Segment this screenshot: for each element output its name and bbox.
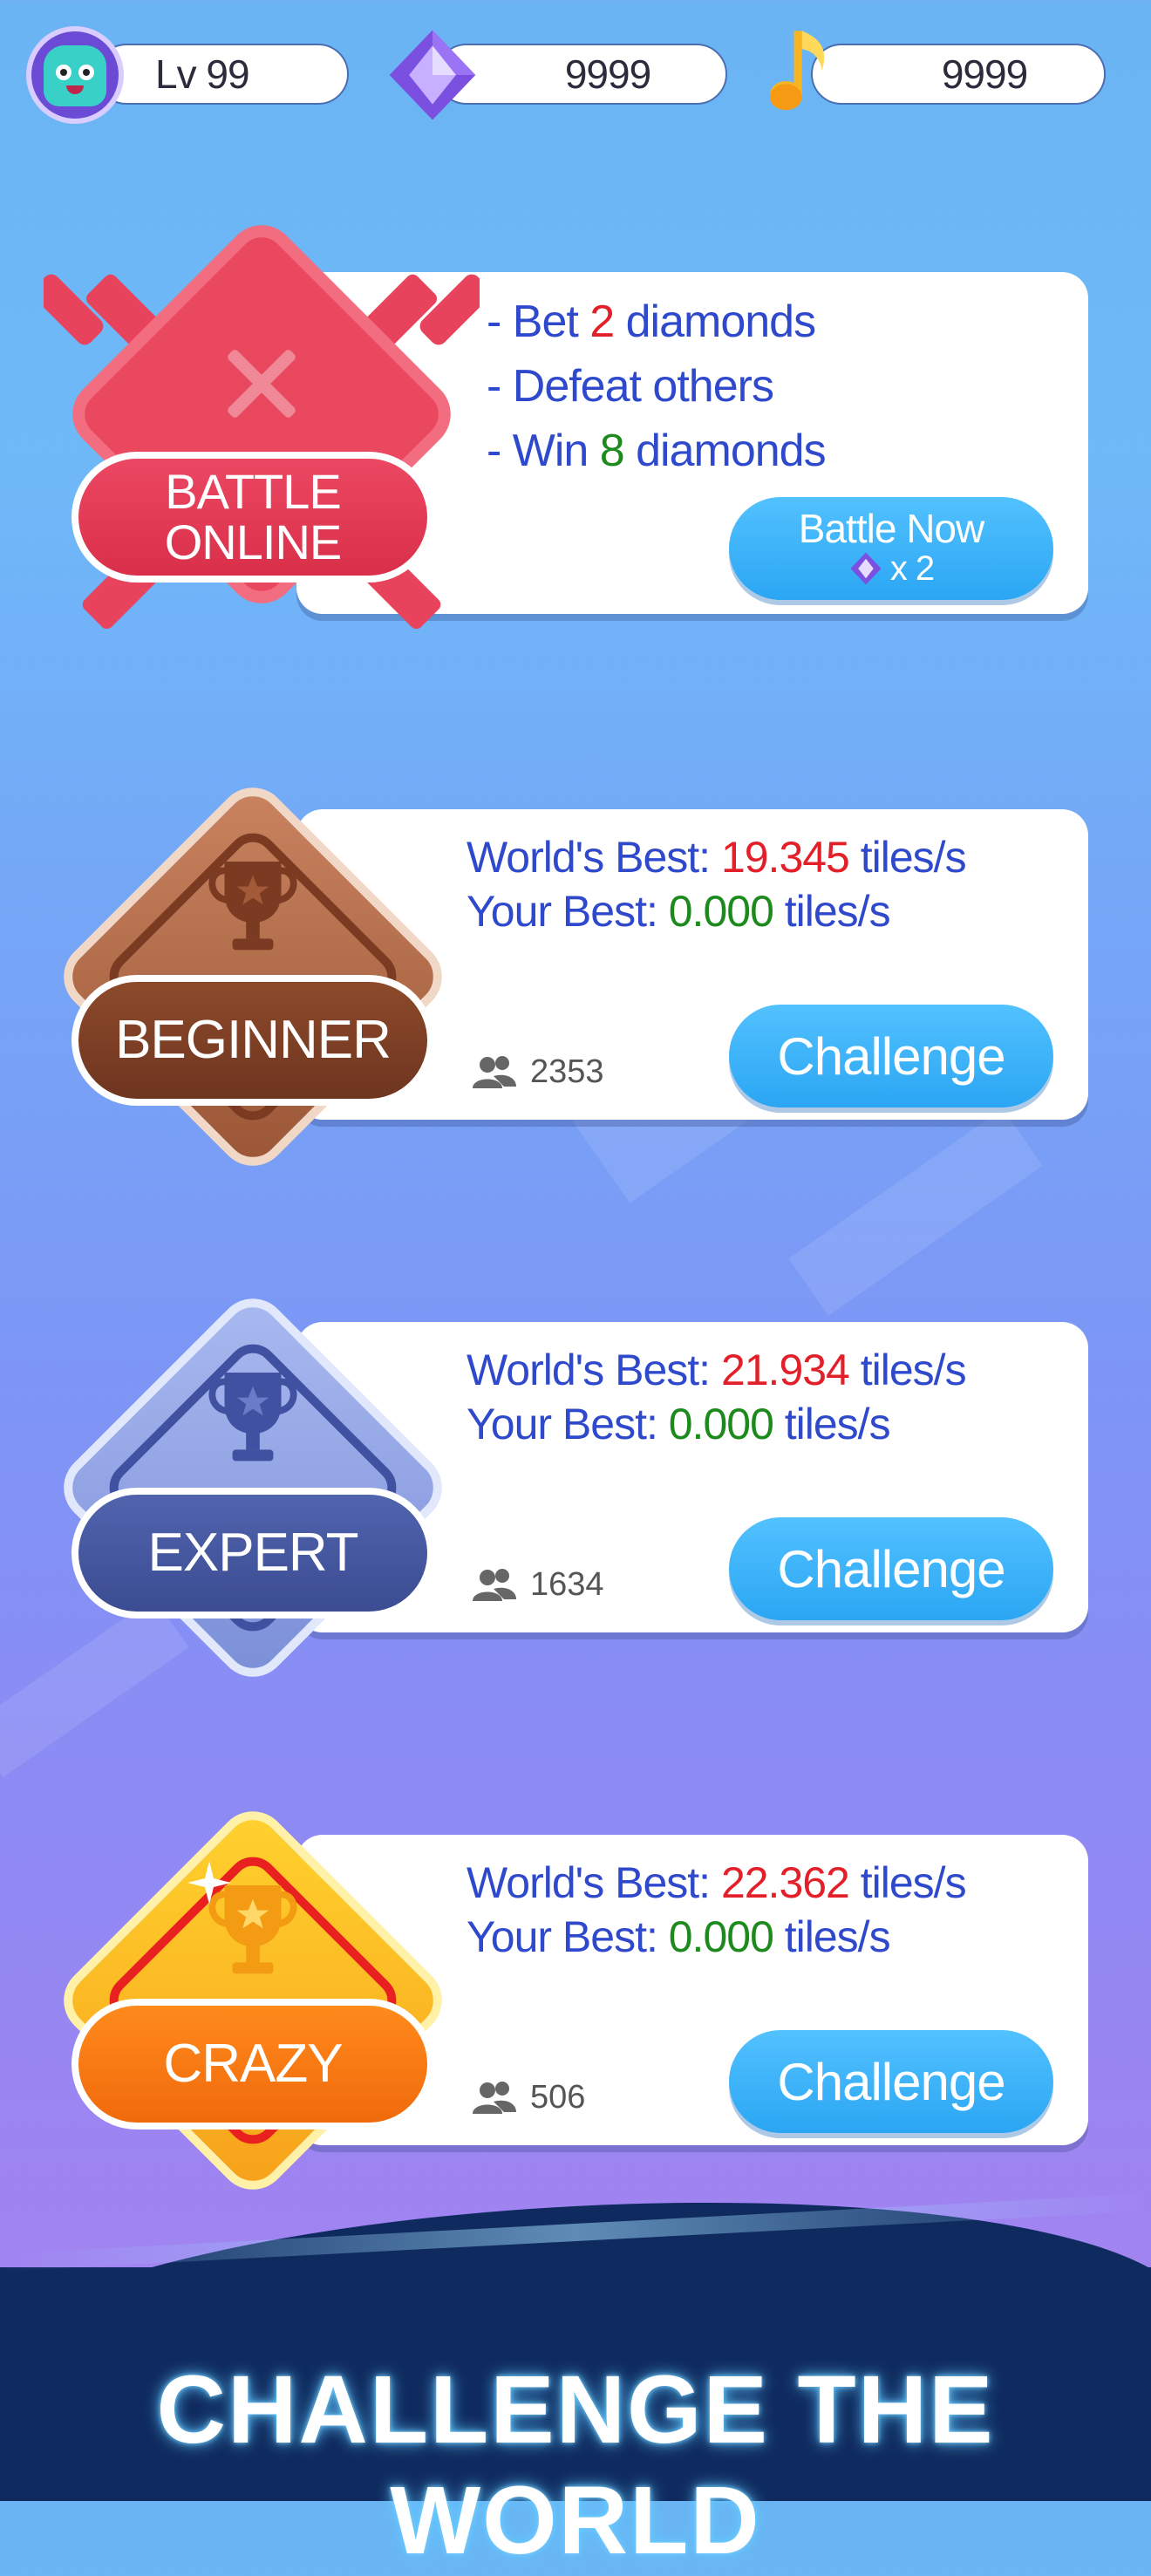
crossed-swords-icon (228, 350, 296, 418)
sparkle-icon (187, 1861, 231, 1905)
battle-now-button[interactable]: Battle Now x 2 (729, 497, 1053, 600)
diamond-count: 9999 (564, 51, 651, 97)
diamond-icon (389, 30, 476, 120)
notes-pill: 9999 (811, 44, 1106, 105)
world-best: World's Best: 19.345 tiles/s (467, 833, 967, 882)
your-best: Your Best: 0.000 tiles/s (467, 1912, 891, 1961)
challenge-button-expert[interactable]: Challenge (729, 1517, 1053, 1620)
rule-defeat: - Defeat others (487, 361, 774, 412)
players-icon (473, 1568, 516, 1601)
expert-label: EXPERT (72, 1488, 434, 1619)
players-icon (473, 1055, 516, 1088)
your-best: Your Best: 0.000 tiles/s (467, 887, 891, 936)
trophy-icon (208, 1373, 297, 1462)
your-best: Your Best: 0.000 tiles/s (467, 1400, 891, 1448)
score-lines: World's Best: 19.345 tiles/s Your Best: … (467, 830, 967, 938)
notes-count: 9999 (941, 51, 1028, 97)
score-lines: World's Best: 21.934 tiles/s Your Best: … (467, 1343, 967, 1451)
players-icon (473, 2081, 516, 2114)
avatar-mouth (66, 85, 84, 94)
crazy-label: CRAZY (72, 1999, 434, 2130)
battle-rules: - Bet 2 diamonds - Defeat others - Win 8… (487, 290, 827, 483)
level-pill: Lv 99 (96, 44, 349, 105)
diamond-icon (850, 552, 882, 585)
avatar-eye (56, 65, 72, 80)
battle-cost: x 2 (848, 549, 935, 589)
trophy-icon (208, 862, 297, 951)
player-count: 2353 (471, 1053, 604, 1091)
monster-avatar-icon[interactable] (26, 26, 124, 124)
challenge-button-beginner[interactable]: Challenge (729, 1005, 1053, 1107)
challenge-button-crazy[interactable]: Challenge (729, 2030, 1053, 2133)
battle-online-label: BATTLE ONLINE (72, 452, 434, 583)
expert-badge[interactable]: EXPERT (44, 1278, 462, 1697)
crazy-badge[interactable]: CRAZY (44, 1791, 462, 2210)
rule-win: - Win 8 diamonds (487, 426, 827, 476)
avatar-face (44, 45, 106, 106)
player-count: 506 (471, 2079, 585, 2116)
music-note-icon (769, 31, 825, 111)
world-best: World's Best: 22.362 tiles/s (467, 1858, 967, 1907)
avatar-eye (78, 65, 94, 80)
world-best: World's Best: 21.934 tiles/s (467, 1346, 967, 1394)
player-count: 1634 (471, 1566, 604, 1604)
background-shard (788, 1108, 1043, 1316)
battle-online-badge[interactable]: BATTLE ONLINE (44, 210, 480, 671)
slogan-title: CHALLENGE THE WORLD (156, 2356, 995, 2574)
beginner-badge[interactable]: BEGINNER (44, 767, 462, 1186)
beginner-label: BEGINNER (72, 975, 434, 1106)
rule-bet: - Bet 2 diamonds (487, 296, 816, 347)
level-text: Lv 99 (155, 51, 250, 97)
battle-now-label: Battle Now (798, 506, 984, 551)
score-lines: World's Best: 22.362 tiles/s Your Best: … (467, 1856, 967, 1964)
